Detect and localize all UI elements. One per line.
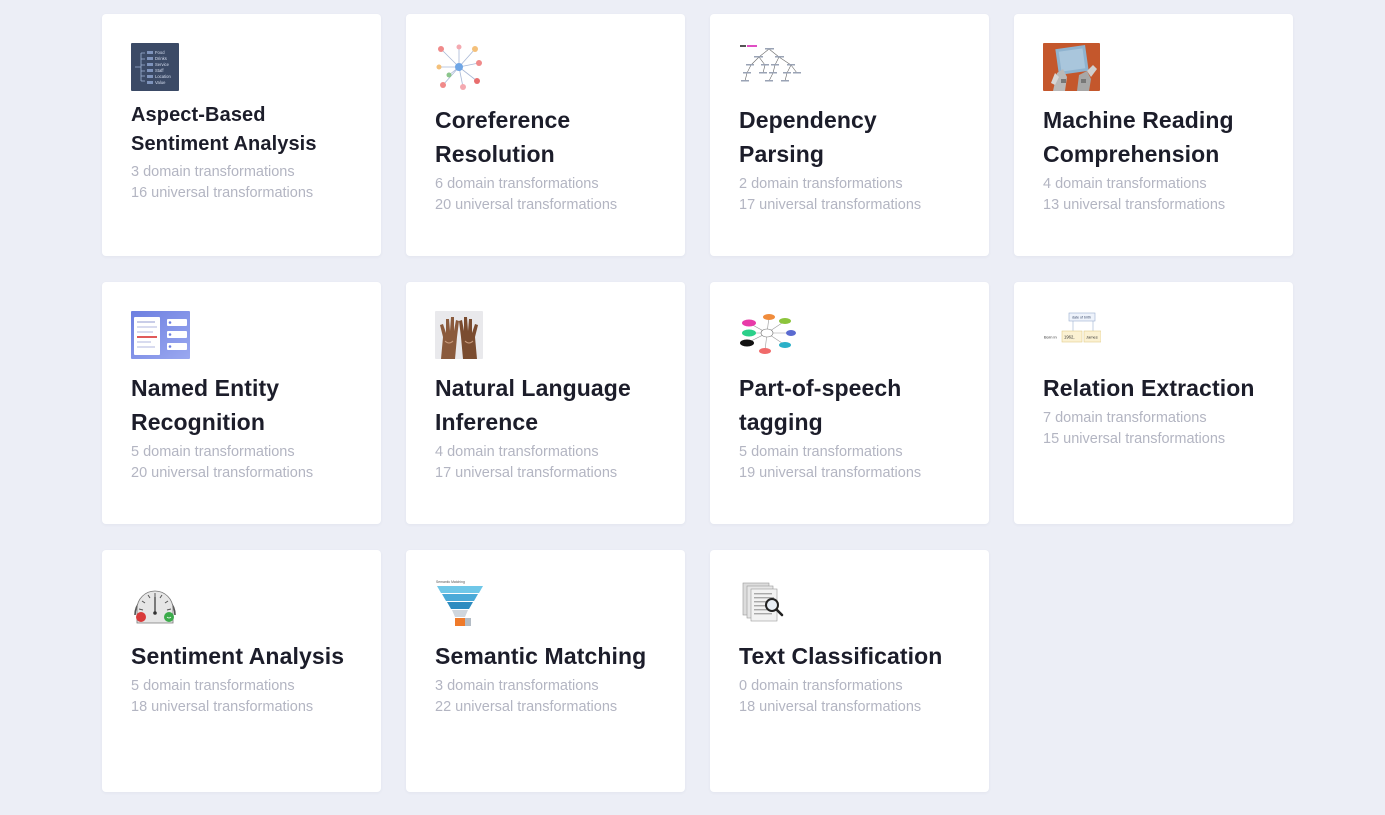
domain-count: 5 domain transformations [131, 444, 295, 460]
task-meta: 3 domain transformations 22 universal tr… [435, 676, 656, 718]
task-meta: 2 domain transformations 17 universal tr… [739, 174, 960, 216]
domain-count: 5 domain transformations [739, 444, 903, 460]
task-meta: 0 domain transformations 18 universal tr… [739, 676, 960, 718]
raised-hands-thumbnail [435, 311, 483, 359]
task-meta: 6 domain transformations 20 universal tr… [435, 174, 656, 216]
task-title: Named Entity Recognition [131, 375, 280, 435]
task-card-part-of-speech-tagging[interactable]: Part-of-speech tagging 5 domain transfor… [710, 282, 989, 524]
domain-count: 3 domain transformations [131, 164, 295, 180]
svg-text:Location: Location [155, 74, 172, 79]
task-meta: 5 domain transformations 19 universal tr… [739, 442, 960, 484]
task-title: Relation Extraction [1043, 375, 1255, 401]
svg-text:1962,: 1962, [1064, 335, 1074, 340]
task-meta: 5 domain transformations 20 universal tr… [131, 442, 352, 484]
domain-count: 2 domain transformations [739, 176, 903, 192]
task-card-coreference-resolution[interactable]: Coreference Resolution 6 domain transfor… [406, 14, 685, 256]
task-card-text-classification[interactable]: Text Classification 0 domain transformat… [710, 550, 989, 792]
universal-count: 22 universal transformations [435, 699, 618, 715]
domain-count: 4 domain transformations [435, 444, 599, 460]
svg-text:Value: Value [155, 80, 166, 85]
task-meta: 3 domain transformations 16 universal tr… [131, 162, 352, 204]
universal-count: 18 universal transformations [131, 699, 314, 715]
task-meta: 4 domain transformations 17 universal tr… [435, 442, 656, 484]
sentiment-gauge-thumbnail [131, 579, 179, 627]
ner-ui-thumbnail [131, 311, 190, 359]
domain-count: 7 domain transformations [1043, 410, 1207, 426]
domain-count: 3 domain transformations [435, 678, 599, 694]
task-card-natural-language-inference[interactable]: Natural Language Inference 4 domain tran… [406, 282, 685, 524]
svg-text:Staff: Staff [155, 68, 164, 73]
task-card-named-entity-recognition[interactable]: Named Entity Recognition 5 domain transf… [102, 282, 381, 524]
pos-bubbles-thumbnail [739, 311, 797, 359]
task-title: Text Classification [739, 643, 943, 669]
universal-count: 15 universal transformations [1043, 431, 1226, 447]
svg-text:Born in: Born in [1044, 335, 1057, 340]
universal-count: 20 universal transformations [131, 465, 314, 481]
universal-count: 16 universal transformations [131, 185, 314, 201]
documents-magnifier-thumbnail [739, 579, 787, 627]
universal-count: 17 universal transformations [435, 465, 618, 481]
domain-count: 4 domain transformations [1043, 176, 1207, 192]
universal-count: 17 universal transformations [739, 197, 922, 213]
svg-text:Service: Service [155, 62, 170, 67]
parse-tree-thumbnail [739, 43, 803, 91]
task-card-aspect-based-sentiment-analysis[interactable]: Food Drinks Service Staff Location Value… [102, 14, 381, 256]
universal-count: 18 universal transformations [739, 699, 922, 715]
task-title: Aspect-Based Sentiment Analysis [131, 104, 317, 155]
task-card-dependency-parsing[interactable]: Dependency Parsing 2 domain transformati… [710, 14, 989, 256]
task-title: Dependency Parsing [739, 107, 877, 167]
domain-count: 5 domain transformations [131, 678, 295, 694]
svg-text:Drinks: Drinks [155, 56, 167, 61]
absa-list-thumbnail: Food Drinks Service Staff Location Value [131, 43, 179, 91]
task-meta: 4 domain transformations 13 universal tr… [1043, 174, 1264, 216]
task-card-semantic-matching[interactable]: Semantic Matching Semantic Matching 3 do… [406, 550, 685, 792]
domain-count: 6 domain transformations [435, 176, 599, 192]
svg-text:James: James [1086, 335, 1098, 340]
network-graph-thumbnail [435, 43, 483, 91]
svg-text:date of birth: date of birth [1072, 316, 1091, 320]
task-card-sentiment-analysis[interactable]: Sentiment Analysis 5 domain transformati… [102, 550, 381, 792]
funnel-thumbnail: Semantic Matching [435, 579, 485, 627]
universal-count: 20 universal transformations [435, 197, 618, 213]
task-title: Sentiment Analysis [131, 643, 345, 669]
task-title: Natural Language Inference [435, 375, 631, 435]
task-title: Part-of-speech tagging [739, 375, 902, 435]
task-title: Machine Reading Comprehension [1043, 107, 1234, 167]
robot-reading-thumbnail [1043, 43, 1100, 91]
task-title: Coreference Resolution [435, 107, 571, 167]
svg-text:Semantic Matching: Semantic Matching [436, 580, 465, 584]
universal-count: 19 universal transformations [739, 465, 922, 481]
relation-box-thumbnail: date of birth Born in 1962, James [1043, 311, 1101, 359]
svg-text:Food: Food [155, 50, 165, 55]
task-card-machine-reading-comprehension[interactable]: Machine Reading Comprehension 4 domain t… [1014, 14, 1293, 256]
task-grid: Food Drinks Service Staff Location Value… [102, 14, 1293, 792]
task-title: Semantic Matching [435, 643, 647, 669]
task-meta: 5 domain transformations 18 universal tr… [131, 676, 352, 718]
domain-count: 0 domain transformations [739, 678, 903, 694]
task-meta: 7 domain transformations 15 universal tr… [1043, 408, 1264, 450]
task-card-relation-extraction[interactable]: date of birth Born in 1962, James Relati… [1014, 282, 1293, 524]
universal-count: 13 universal transformations [1043, 197, 1226, 213]
